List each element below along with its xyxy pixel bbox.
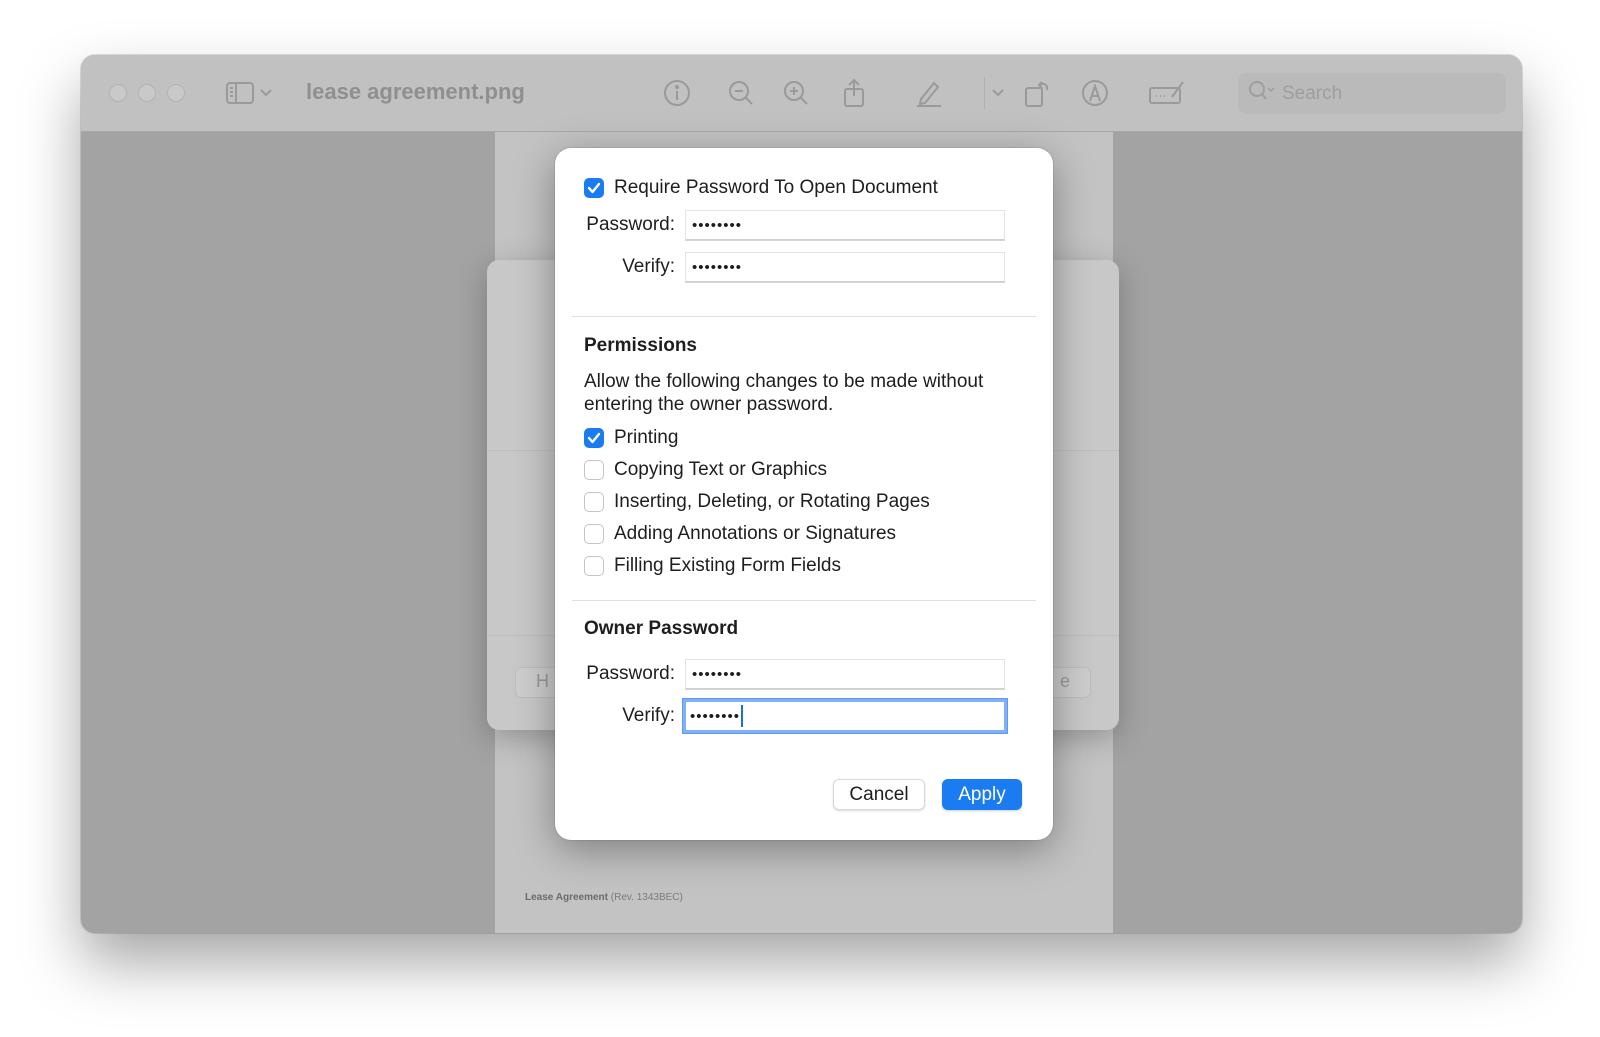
- verify-label: Verify:: [622, 256, 675, 277]
- require-password-checkbox[interactable]: [584, 178, 604, 198]
- password-label: Password:: [586, 214, 675, 235]
- permission-label: Adding Annotations or Signatures: [614, 523, 897, 544]
- share-icon[interactable]: [838, 77, 870, 109]
- security-dialog: Require Password To Open Document Passwo…: [555, 148, 1053, 840]
- annotations-checkbox[interactable]: [584, 524, 604, 544]
- owner-password-heading: Owner Password: [584, 618, 739, 639]
- owner-verify-field[interactable]: ••••••••: [683, 699, 1007, 733]
- permissions-description: Allow the following changes to be made w…: [584, 371, 984, 415]
- copying-checkbox[interactable]: [584, 460, 604, 480]
- permission-inserting[interactable]: Inserting, Deleting, or Rotating Pages: [584, 491, 930, 513]
- sidebar-toggle-icon[interactable]: [224, 77, 256, 109]
- permission-form-fields[interactable]: Filling Existing Form Fields: [584, 555, 841, 577]
- zoom-in-icon[interactable]: [780, 77, 812, 109]
- checkmark-icon: [587, 432, 601, 444]
- printing-checkbox[interactable]: [584, 428, 604, 448]
- permission-label: Filling Existing Form Fields: [614, 555, 841, 576]
- footer-revision: (Rev. 1343BEC): [610, 892, 683, 903]
- signature-icon[interactable]: [1147, 77, 1187, 109]
- permission-label: Printing: [614, 427, 679, 448]
- owner-password-field[interactable]: ••••••••: [685, 659, 1005, 689]
- permissions-heading: Permissions: [584, 335, 697, 356]
- apply-button[interactable]: Apply: [942, 779, 1022, 810]
- toolbar: lease agreement.png Search: [81, 55, 1522, 132]
- owner-verify-label: Verify:: [622, 705, 675, 726]
- permission-annotations[interactable]: Adding Annotations or Signatures: [584, 523, 896, 545]
- permission-printing[interactable]: Printing: [584, 427, 678, 449]
- close-window-button[interactable]: [109, 84, 127, 102]
- checkmark-icon: [587, 182, 601, 194]
- highlight-circle-icon[interactable]: [1079, 77, 1111, 109]
- footer-title: Lease Agreement: [525, 892, 608, 903]
- owner-password-label: Password:: [586, 663, 675, 684]
- permission-copying[interactable]: Copying Text or Graphics: [584, 459, 827, 481]
- inserting-checkbox[interactable]: [584, 492, 604, 512]
- page-footer: Lease Agreement (Rev. 1343BEC): [525, 892, 683, 903]
- cancel-button[interactable]: Cancel: [833, 779, 925, 810]
- search-icon: [1248, 80, 1276, 107]
- text-cursor: [741, 705, 744, 727]
- zoom-window-button[interactable]: [167, 84, 185, 102]
- form-fields-checkbox[interactable]: [584, 556, 604, 576]
- document-title: lease agreement.png: [306, 79, 525, 104]
- owner-verify-value: ••••••••: [690, 707, 741, 725]
- section-divider: [572, 316, 1036, 317]
- search-field[interactable]: Search: [1238, 73, 1506, 114]
- search-placeholder: Search: [1282, 82, 1343, 104]
- rotate-icon[interactable]: [1021, 77, 1053, 109]
- require-password-row[interactable]: Require Password To Open Document: [584, 177, 938, 199]
- require-password-label: Require Password To Open Document: [614, 177, 938, 198]
- markup-pen-icon[interactable]: [913, 77, 945, 109]
- open-password-field[interactable]: ••••••••: [685, 210, 1005, 240]
- markup-chevron-down-icon[interactable]: [987, 77, 1009, 109]
- minimize-window-button[interactable]: [138, 84, 156, 102]
- toolbar-divider: [984, 77, 985, 109]
- permission-label: Inserting, Deleting, or Rotating Pages: [614, 491, 930, 512]
- sidebar-chevron-down-icon[interactable]: [256, 77, 276, 109]
- section-divider: [572, 600, 1036, 601]
- info-icon[interactable]: [661, 77, 693, 109]
- open-verify-field[interactable]: ••••••••: [685, 252, 1005, 282]
- zoom-out-icon[interactable]: [725, 77, 757, 109]
- permission-label: Copying Text or Graphics: [614, 459, 827, 480]
